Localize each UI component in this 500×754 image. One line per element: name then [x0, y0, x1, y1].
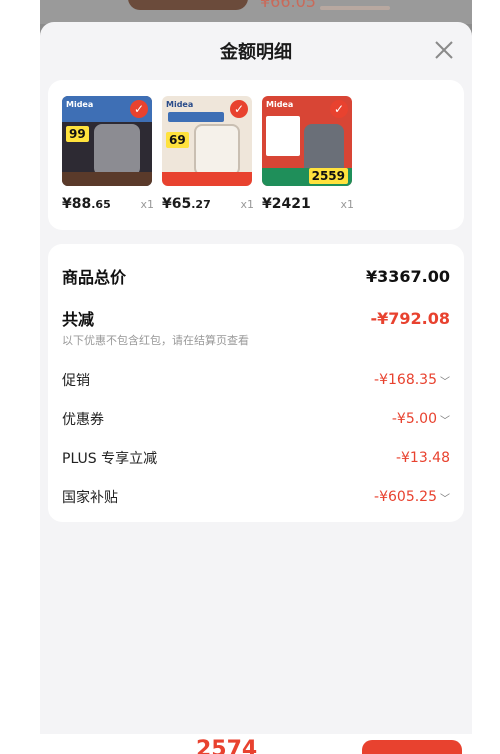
- background-product-strip: ¥66.05: [40, 0, 472, 24]
- total-reduction-value: -¥792.08: [370, 308, 450, 328]
- product-image: Midea 99 ✓: [62, 96, 152, 186]
- price-summary-card: 商品总价 ¥3367.00 共减 -¥792.08 以下优惠不包含红包，请在结算…: [48, 244, 464, 522]
- product-price: ¥88.65: [62, 196, 111, 212]
- discount-value: -¥605.25: [374, 489, 437, 505]
- product-price-tag: 99: [66, 126, 89, 142]
- brand-logo: Midea: [66, 100, 94, 109]
- brand-logo: Midea: [266, 100, 294, 109]
- discount-label: PLUS 专享立减: [62, 451, 158, 467]
- total-reduction-row: 共减 -¥792.08: [62, 306, 450, 330]
- product-list-card: Midea 99 ✓ ¥88.65 x1 Midea 69 ✓ ¥65.27 x…: [48, 80, 464, 230]
- chevron-down-icon[interactable]: ﹀: [440, 412, 450, 427]
- discount-label: 国家补贴: [62, 490, 118, 506]
- discount-value: -¥13.48: [395, 450, 450, 466]
- discount-row-coupon[interactable]: 优惠券 -¥5.00 ﹀: [62, 409, 450, 429]
- product-appliance: [194, 124, 240, 176]
- discount-label: 促销: [62, 373, 90, 389]
- product-quantity: x1: [340, 198, 354, 211]
- close-icon[interactable]: [434, 40, 454, 60]
- discount-value: -¥168.35: [374, 372, 437, 388]
- discount-row-promotion[interactable]: 促销 -¥168.35 ﹀: [62, 370, 450, 390]
- check-icon[interactable]: ✓: [130, 100, 148, 118]
- product-image: Midea 69 ✓: [162, 96, 252, 186]
- discount-row-subsidy[interactable]: 国家补贴 -¥605.25 ﹀: [62, 487, 450, 507]
- check-icon[interactable]: ✓: [230, 100, 248, 118]
- product-image: Midea 2559 ✓: [262, 96, 352, 186]
- total-price-value: ¥3367.00: [365, 266, 450, 286]
- discount-row-plus: PLUS 专享立减 -¥13.48: [62, 448, 450, 468]
- sheet-title: 金额明细: [220, 42, 292, 63]
- product-quantity: x1: [140, 198, 154, 211]
- product-item[interactable]: Midea 69 ✓ ¥65.27 x1: [162, 96, 254, 212]
- total-reduction-label: 共减: [62, 310, 95, 329]
- product-quantity: x1: [240, 198, 254, 211]
- check-icon[interactable]: ✓: [330, 100, 348, 118]
- product-price: ¥2421: [262, 196, 311, 212]
- amount-detail-sheet: 金额明细 Midea 99 ✓ ¥88.65 x1 Midea 69 ✓ ¥65…: [40, 22, 472, 734]
- chevron-down-icon[interactable]: ﹀: [440, 490, 450, 505]
- background-product-image: [128, 0, 248, 10]
- discount-note: 以下优惠不包含红包，请在结算页查看: [62, 334, 249, 347]
- product-item[interactable]: Midea 99 ✓ ¥88.65 x1: [62, 96, 154, 212]
- brand-logo: Midea: [166, 100, 194, 109]
- chevron-down-icon[interactable]: ﹀: [440, 373, 450, 388]
- discount-label: 优惠券: [62, 412, 104, 428]
- background-price: ¥66.05: [260, 0, 316, 11]
- total-price-row: 商品总价 ¥3367.00: [62, 264, 450, 288]
- total-price-label: 商品总价: [62, 268, 127, 287]
- checkout-price: 2574: [196, 737, 258, 754]
- product-price-tag: 2559: [308, 168, 348, 184]
- product-item[interactable]: Midea 2559 ✓ ¥2421 x1: [262, 96, 354, 212]
- background-progress: [320, 6, 390, 10]
- checkout-button[interactable]: [362, 740, 462, 754]
- discount-value: -¥5.00: [391, 411, 437, 427]
- product-appliance: [94, 124, 140, 176]
- product-price-tag: 69: [166, 132, 189, 148]
- product-price: ¥65.27: [162, 196, 211, 212]
